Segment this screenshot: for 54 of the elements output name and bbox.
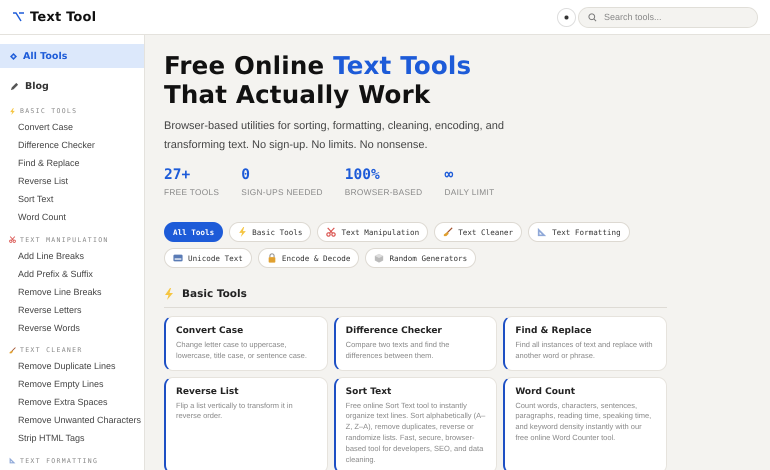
stat-value: ∞ bbox=[444, 167, 454, 183]
card-title: Sort Text bbox=[346, 386, 392, 397]
sidebar-link[interactable]: Difference Checker bbox=[0, 136, 144, 154]
sidebar-link[interactable]: Remove Unwanted Characters bbox=[0, 411, 144, 430]
sidebar-item[interactable]: Blog bbox=[0, 74, 144, 98]
sidebar-link[interactable]: Reverse Letters bbox=[0, 300, 144, 319]
broom-icon bbox=[443, 227, 454, 237]
card-title: Find & Replace bbox=[515, 326, 593, 336]
logo-text: Text Tool bbox=[30, 10, 96, 24]
broom-icon bbox=[9, 346, 16, 354]
sidebar-link[interactable]: Remove Duplicate Lines bbox=[0, 357, 144, 376]
card-title: Reverse List bbox=[176, 386, 240, 397]
lightning-icon bbox=[238, 227, 248, 237]
stat-value: 0 bbox=[241, 167, 251, 183]
card-title: Convert Case bbox=[176, 326, 244, 336]
sidebar-link[interactable]: Word Count bbox=[0, 208, 144, 227]
sidebar-item[interactable]: All Tools bbox=[0, 44, 144, 68]
triangle-ruler-icon bbox=[9, 457, 16, 464]
page-heading: Free Online Text Tools That Actually Work bbox=[164, 51, 472, 109]
keyboard-icon bbox=[173, 253, 183, 263]
lightning-icon bbox=[164, 288, 174, 300]
logo-icon bbox=[13, 12, 24, 22]
sidebar-link[interactable]: Find & Replace bbox=[0, 154, 144, 172]
stat-label: BROWSER-BASED bbox=[344, 187, 422, 197]
pencil-icon bbox=[10, 82, 19, 90]
scissors-icon bbox=[326, 227, 336, 237]
stat-label: DAILY LIMIT bbox=[444, 187, 494, 197]
tool-card[interactable] bbox=[334, 376, 498, 470]
sidebar-link[interactable]: Add Line Breaks bbox=[0, 246, 144, 265]
triangle-ruler-icon bbox=[537, 227, 548, 237]
stat-label: FREE TOOLS bbox=[164, 187, 220, 197]
sidebar-link[interactable]: Reverse List bbox=[0, 172, 144, 190]
diamond-icon bbox=[10, 52, 17, 60]
sidebar-link[interactable]: Strip HTML Tags bbox=[0, 429, 144, 448]
lock-icon bbox=[266, 253, 277, 263]
section-title: Basic Tools bbox=[182, 288, 247, 300]
stat-value: 27+ bbox=[164, 167, 192, 183]
cube-icon bbox=[374, 253, 384, 263]
sidebar-link[interactable]: Sort Text bbox=[0, 190, 144, 208]
sidebar-link[interactable]: Convert Case bbox=[0, 118, 144, 136]
scissors-icon bbox=[9, 236, 16, 244]
sidebar-link[interactable]: Reverse Words bbox=[0, 318, 144, 338]
theme-toggle-button[interactable] bbox=[557, 8, 576, 26]
hero-subtitle: Browser-based utilities for sorting, formatting, cleaning, encoding, and transforming text. No sign-up. No limits. No nonsense. bbox=[164, 119, 505, 152]
stat-label: SIGN-UPS NEEDED bbox=[241, 187, 323, 197]
card-title: Word Count bbox=[515, 386, 576, 397]
sidebar-link[interactable]: Remove Extra Spaces bbox=[0, 393, 144, 412]
stat-value: 100% bbox=[344, 167, 381, 183]
sidebar-link[interactable]: Remove Line Breaks bbox=[0, 282, 144, 301]
search-field[interactable]: Search tools... bbox=[578, 6, 758, 28]
card-title: Difference Checker bbox=[346, 326, 443, 336]
lightning-icon bbox=[9, 108, 16, 114]
sidebar-link[interactable]: Remove Empty Lines bbox=[0, 375, 144, 394]
sidebar-link[interactable]: Add Prefix & Suffix bbox=[0, 264, 144, 283]
